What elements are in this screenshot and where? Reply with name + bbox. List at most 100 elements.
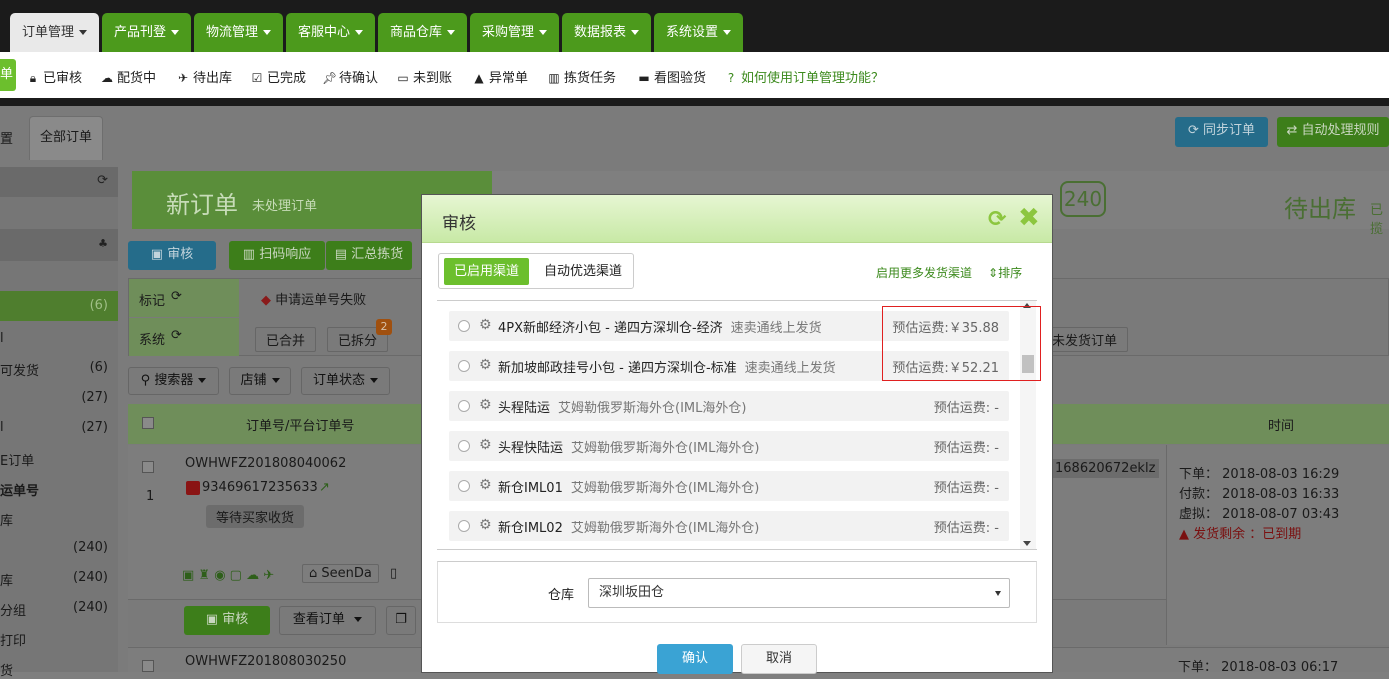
merged-filter[interactable]: 已合并 [255,327,317,352]
button-label: 店铺 [240,373,267,388]
subnav-photo-check[interactable]: ▬ 看图验货 [637,67,706,86]
platform-order-number[interactable]: 93469617235633 [202,480,318,495]
order-number[interactable]: OWHWFZ201808030250 [185,654,346,669]
sidebar-item[interactable]: 分组 (240) [0,600,118,619]
nav-tab-customer-service[interactable]: 客服中心 [286,13,375,52]
audit-dialog: 审核 ⟳ ✖ 已启用渠道 自动优选渠道 启用更多发货渠道 ⇕排序 ⚙ 4PX新邮… [422,195,1052,674]
nav-tab-settings[interactable]: 系统设置 [654,13,743,52]
subnav-help-link[interactable]: ? 如何使用订单管理功能？ [724,67,884,86]
subnav-exceptions[interactable]: ▲ 异常单 [472,67,528,86]
channel-radio[interactable] [458,320,470,332]
sidebar-item[interactable]: l (27) [0,420,118,435]
channel-name: 新加坡邮政挂号小包 - 递四方深圳仓-标准 [498,361,737,376]
sidebar-item-label[interactable]: 打印 [0,630,26,649]
stage-waiting-title[interactable]: 待出库 [1284,189,1356,224]
row-checkbox[interactable] [142,461,154,473]
button-label: 自动处理规则 [1301,123,1380,138]
gear-icon[interactable]: ⚙ [479,317,492,333]
tree-icon: ♣ [98,237,108,250]
auto-rules-button[interactable]: ⇄ 自动处理规则 [1277,117,1389,147]
subnav-to-confirm[interactable]: 📌︎ 待确认 [322,67,378,86]
gear-icon[interactable]: ⚙ [479,357,492,373]
sync-orders-button[interactable]: ⟳ 同步订单 [1175,117,1268,147]
refresh-icon[interactable]: ⟳ [97,173,108,188]
sidebar-item[interactable]: 可发货 (6) [0,360,118,379]
nav-tab-label: 数据报表 [573,25,626,40]
enable-more-channels-link[interactable]: 启用更多发货渠道 [876,264,972,281]
refresh-icon[interactable]: ⟳ [171,289,182,304]
tab-enabled-channels[interactable]: 已启用渠道 [444,258,529,285]
channel-radio[interactable] [458,360,470,372]
tab-auto-channels[interactable]: 自动优选渠道 [535,258,631,285]
sidebar-item-label[interactable]: 货 [0,660,13,679]
tab-all-orders[interactable]: 全部订单 [29,116,103,160]
subnav-awaiting-ship[interactable]: ✈ 待出库 [176,67,232,86]
external-link-icon[interactable]: ↗ [319,480,330,495]
gear-icon[interactable]: ⚙ [479,517,492,533]
button-label: 搜索器 [154,373,194,388]
time-label: 虚拟： [1179,507,1219,522]
nav-tab-warehouse[interactable]: 商品仓库 [378,13,467,52]
channel-name: 头程陆运 [498,401,551,416]
row-audit-button[interactable]: ▣ 审核 [184,606,270,635]
channel-radio[interactable] [458,480,470,492]
row-index: 1 [146,489,155,504]
gear-icon[interactable]: ⚙ [479,437,492,453]
sidebar-item-active[interactable]: (6) [0,291,118,321]
channel-row[interactable]: ⚙ 新仓IML01 艾姆勒俄罗斯海外仓(IML海外仓) 预估运费: - [449,471,1009,501]
search-filter-dropdown[interactable]: ⚲ 搜索器 [128,367,219,395]
warehouse-select[interactable]: 深圳坂田仓 [588,578,1010,608]
subnav-new-orders-button[interactable]: 单 [0,59,16,91]
subnav-completed[interactable]: ☑ 已完成 [250,67,306,86]
channel-radio[interactable] [458,440,470,452]
tracking-number[interactable]: 168620672eklz [1051,459,1160,478]
gear-icon[interactable]: ⚙ [479,477,492,493]
order-number[interactable]: OWHWFZ201808040062 [185,456,346,471]
close-icon[interactable]: ✖ [1018,205,1042,231]
sidebar-item-label[interactable]: l [0,331,4,346]
channel-fee: 预估运费: - [933,401,999,416]
nav-tab-purchasing[interactable]: 采购管理 [470,13,559,52]
channel-row[interactable]: ⚙ 新仓IML02 艾姆勒俄罗斯海外仓(IML海外仓) 预估运费: - [449,511,1009,541]
seller-tag[interactable]: ⌂ SeenDa [302,564,379,583]
chevron-down-icon [723,30,731,35]
channel-radio[interactable] [458,520,470,532]
copy-button[interactable]: ❐ [386,606,416,635]
view-order-button[interactable]: 查看订单 [279,606,376,635]
subnav-audited[interactable]: 🔒︎ 已审核 [26,67,82,86]
nav-tab-product-listing[interactable]: 产品刊登 [102,13,191,52]
channel-row[interactable]: ⚙ 头程快陆运 艾姆勒俄罗斯海外仓(IML海外仓) 预估运费: - [449,431,1009,461]
audit-button[interactable]: ▣ 审核 [128,241,216,270]
channel-row[interactable]: ⚙ 头程陆运 艾姆勒俄罗斯海外仓(IML海外仓) 预估运费: - [449,391,1009,421]
status-filter-dropdown[interactable]: 订单状态 [301,367,390,395]
subnav-picking[interactable]: ☁ 配货中 [100,67,156,86]
sidebar-item-label[interactable]: E订单 [0,450,34,469]
sort-link[interactable]: ⇕排序 [988,264,1022,281]
scroll-down-icon[interactable] [1023,541,1031,546]
sidebar-item-label[interactable]: 库 [0,510,13,529]
filter-label: 已合并 [266,334,306,349]
refresh-icon[interactable]: ⟳ [988,209,1010,231]
mark-tag[interactable]: ◆ 申请运单号失败 [261,289,366,308]
nav-tab-label: 客服中心 [297,25,350,40]
subnav-picking-task[interactable]: ▥ 拣货任务 [547,67,616,86]
shop-filter-dropdown[interactable]: 店铺 [229,367,291,395]
row-checkbox[interactable] [142,660,154,672]
bookmark-icon[interactable]: ▯ [390,566,397,581]
confirm-button[interactable]: 确认 [657,644,733,674]
chevron-down-icon [79,30,87,35]
cancel-button[interactable]: 取消 [741,644,817,674]
unshipped-filter[interactable]: 未发货订单 [1041,327,1129,352]
nav-tab-reports[interactable]: 数据报表 [562,13,651,52]
summary-pick-button[interactable]: ▤ 汇总拣货 [326,241,412,270]
nav-tab-order-management[interactable]: 订单管理 [10,13,99,52]
channel-radio[interactable] [458,400,470,412]
sidebar-item-label[interactable]: 运单号 [0,480,39,499]
sidebar-item[interactable]: 库 (240) [0,570,118,589]
select-all-checkbox[interactable] [142,417,154,429]
nav-tab-logistics[interactable]: 物流管理 [194,13,283,52]
scan-response-button[interactable]: ▥ 扫码响应 [229,241,325,270]
gear-icon[interactable]: ⚙ [479,397,492,413]
refresh-icon[interactable]: ⟳ [171,328,182,343]
subnav-unpaid[interactable]: ▭ 未到账 [396,67,452,86]
